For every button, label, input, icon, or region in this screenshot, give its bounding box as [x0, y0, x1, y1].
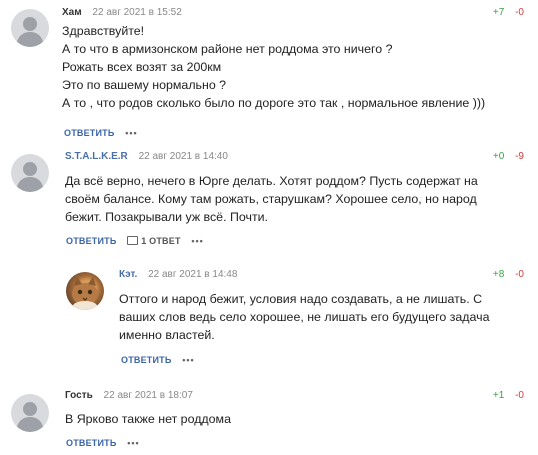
comment-bubble-icon [127, 236, 139, 245]
comment-author[interactable]: Хам [62, 7, 82, 18]
comment-line: А то , что родов сколько было по дороге … [62, 96, 486, 110]
avatar-icon[interactable] [11, 154, 49, 192]
downvote-button[interactable]: -0 [515, 390, 524, 401]
more-options-icon[interactable]: ••• [125, 128, 137, 138]
comment-actions: ОТВЕТИТЬ 1 ОТВЕТ ••• [66, 235, 204, 247]
vote-counter: +7 -0 [493, 6, 524, 19]
comment-line: Это по вашему нормально ? [62, 78, 227, 92]
comment-text: Да всё верно, нечего в Юрге делать. Хотя… [65, 172, 478, 226]
more-options-icon[interactable]: ••• [127, 438, 139, 448]
upvote-button[interactable]: +7 [493, 7, 504, 18]
more-options-icon[interactable]: ••• [182, 355, 194, 365]
comment-meta: Гость 22 авг 2021 в 18:07 [65, 389, 193, 402]
comment-actions: ОТВЕТИТЬ ••• [64, 127, 138, 139]
comment-line: Оттого и народ бежит, условия надо созда… [119, 292, 483, 306]
comment-line: В Ярково также нет роддома [65, 412, 231, 426]
comment-date: 22 авг 2021 в 18:07 [103, 390, 193, 401]
comment-date: 22 авг 2021 в 14:48 [148, 269, 238, 280]
comment-line: Здравствуйте! [62, 24, 145, 38]
comment-text: Здравствуйте! А то что в армизонском рай… [62, 22, 485, 112]
comment-line: А то что в армизонском районе нет роддом… [62, 42, 393, 56]
comment-line: именно властей. [119, 328, 215, 342]
reply-button[interactable]: ОТВЕТИТЬ [64, 128, 115, 138]
reply-button[interactable]: ОТВЕТИТЬ [66, 438, 117, 448]
comment-meta: Кэт. 22 авг 2021 в 14:48 [119, 268, 237, 281]
user-silhouette-icon [16, 162, 44, 192]
upvote-button[interactable]: +0 [493, 151, 504, 162]
comment-line: ваших слов ведь село хорошее, не лишать … [119, 310, 490, 324]
vote-counter: +0 -9 [493, 150, 524, 163]
avatar-icon[interactable] [11, 394, 49, 432]
comment-line: своём балансе. Кому там рожать, старушка… [65, 192, 477, 206]
avatar-photo[interactable] [66, 272, 104, 310]
user-silhouette-icon [16, 402, 44, 432]
upvote-button[interactable]: +1 [493, 390, 504, 401]
comment-actions: ОТВЕТИТЬ ••• [121, 354, 195, 366]
comment-text: В Ярково также нет роддома [65, 410, 231, 428]
comment-line: Рожать всех возят за 200км [62, 60, 222, 74]
downvote-button[interactable]: -9 [515, 151, 524, 162]
user-silhouette-icon [16, 17, 44, 47]
comment-meta: S.T.A.L.K.E.R 22 авг 2021 в 14:40 [65, 150, 228, 163]
vote-counter: +8 -0 [493, 268, 524, 281]
comment-actions: ОТВЕТИТЬ ••• [66, 437, 140, 449]
cat-avatar-icon [72, 277, 98, 310]
reply-button[interactable]: ОТВЕТИТЬ [66, 236, 117, 246]
vote-counter: +1 -0 [493, 389, 524, 402]
downvote-button[interactable]: -0 [515, 7, 524, 18]
downvote-button[interactable]: -0 [515, 269, 524, 280]
comment-line: Да всё верно, нечего в Юрге делать. Хотя… [65, 174, 478, 188]
comment-text: Оттого и народ бежит, условия надо созда… [119, 290, 489, 344]
answers-toggle[interactable]: 1 ОТВЕТ [127, 236, 183, 246]
more-options-icon[interactable]: ••• [191, 236, 203, 246]
comment-date: 22 авг 2021 в 15:52 [92, 7, 182, 18]
comment-date: 22 авг 2021 в 14:40 [138, 151, 228, 162]
comment-line: бежит. Позакрывали уж всё. Почти. [65, 210, 268, 224]
comment-author[interactable]: S.T.A.L.K.E.R [65, 151, 128, 162]
comment-author[interactable]: Кэт. [119, 269, 137, 280]
comment-author[interactable]: Гость [65, 390, 93, 401]
reply-button[interactable]: ОТВЕТИТЬ [121, 355, 172, 365]
comment-meta: Хам 22 авг 2021 в 15:52 [62, 6, 182, 19]
avatar-icon[interactable] [11, 9, 49, 47]
upvote-button[interactable]: +8 [493, 269, 504, 280]
answers-count: 1 ОТВЕТ [141, 236, 181, 246]
